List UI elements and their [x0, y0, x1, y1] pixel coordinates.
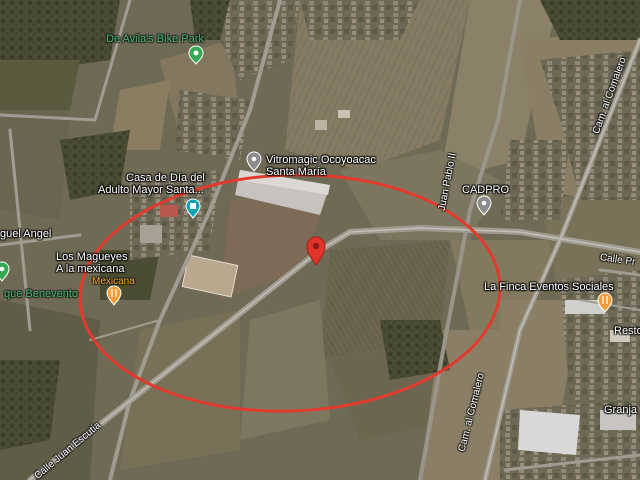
- cadpro-label[interactable]: CADPRO: [462, 184, 509, 196]
- tree-area: [0, 0, 120, 70]
- building: [160, 205, 178, 217]
- building: [338, 110, 350, 118]
- field: [240, 300, 330, 440]
- vitromagic-label-line2[interactable]: Santa María: [266, 166, 326, 178]
- miguel-angel-label[interactable]: guel Angel: [0, 228, 51, 240]
- mexicana-label[interactable]: Mexicana: [92, 276, 135, 288]
- urban-area: [500, 140, 570, 220]
- la-finca-label[interactable]: La Finca Eventos Sociales: [484, 281, 614, 293]
- greenhouse-roof: [518, 410, 580, 455]
- field: [0, 110, 70, 220]
- urban-area: [300, 0, 420, 40]
- resto-label[interactable]: Resto: [614, 325, 640, 337]
- los-magueyes-label-line2[interactable]: A la mexicana: [56, 263, 124, 275]
- tree-area: [0, 60, 80, 110]
- building: [140, 225, 162, 243]
- los-magueyes-label-line1[interactable]: Los Magueyes: [56, 251, 128, 263]
- urban-area: [175, 90, 250, 160]
- building: [315, 120, 327, 130]
- parque-benevento-label[interactable]: que Benevento: [4, 288, 78, 300]
- vitromagic-label-line1[interactable]: Vitromagic Ocoyoacac: [266, 154, 376, 166]
- casa-dia-label-line1[interactable]: Casa de Día del: [126, 172, 205, 184]
- granja-label[interactable]: Granja: [604, 404, 637, 416]
- map-view[interactable]: De Avila's Bike Park Vitromagic Ocoyoaca…: [0, 0, 640, 480]
- casa-dia-label-line2[interactable]: Adulto Mayor Santa...: [98, 184, 204, 196]
- bike-park-label[interactable]: De Avila's Bike Park: [106, 33, 204, 45]
- satellite-imagery[interactable]: [0, 0, 640, 480]
